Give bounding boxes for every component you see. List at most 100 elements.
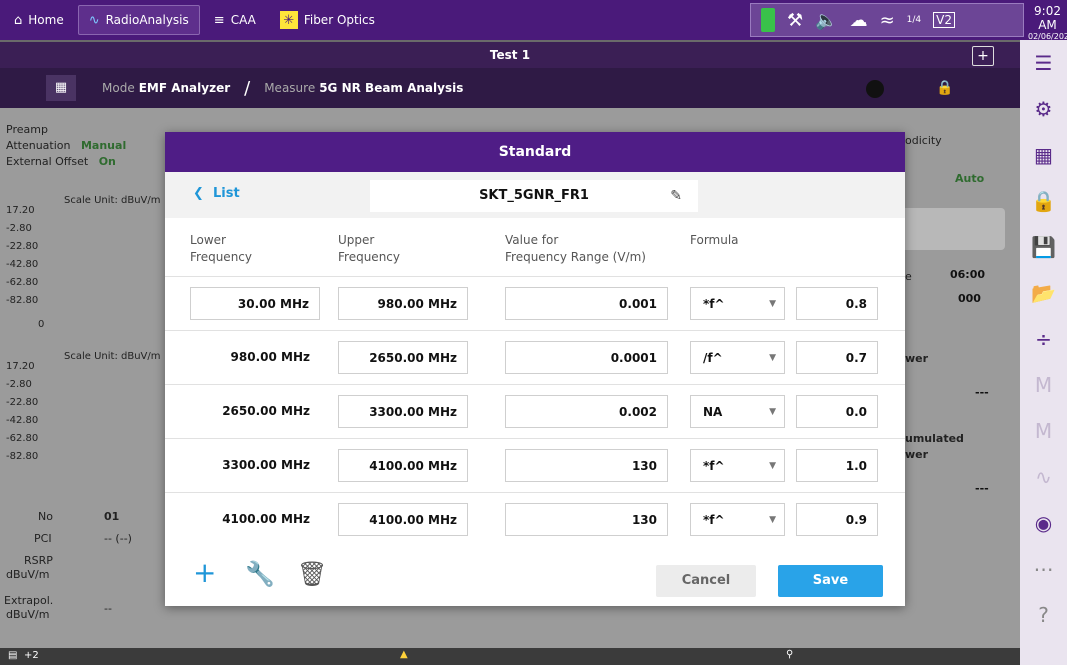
attenuation-label: Attenuation (6, 139, 71, 152)
table-row: 2650.00 MHz 3300.00 MHz 0.002 NA ▼ 0.0 (165, 384, 905, 438)
column-headers: Lower Frequency Upper Frequency Value for F… (165, 218, 905, 276)
marker-down-icon: M (1034, 373, 1053, 397)
split-icon[interactable]: ÷ (1020, 316, 1067, 362)
power-label: wer (905, 352, 929, 365)
fiber-optics-icon: ✳ (279, 11, 298, 29)
upper-frequency-input[interactable]: 2650.00 MHz (338, 341, 468, 374)
separator: / (244, 77, 251, 99)
formula-select[interactable]: *f^ ▼ (690, 503, 785, 536)
apps-grid-icon[interactable]: ▦ (46, 75, 76, 101)
header-lower-frequency: Lower Frequency (190, 233, 252, 264)
camera-icon[interactable]: ◉ (1020, 500, 1067, 546)
upper-frequency-input[interactable]: 3300.00 MHz (338, 395, 468, 428)
tab-caa[interactable]: ≡ CAA (204, 5, 266, 35)
formula-value: *f^ (703, 297, 725, 311)
lock-icon[interactable]: 🔒 (1020, 178, 1067, 224)
auto-value: Auto (955, 172, 985, 185)
cloud-icon: ☁ (849, 9, 868, 31)
accumulated-label: umulated (905, 432, 964, 445)
caa-icon: ≡ (213, 12, 225, 28)
lower-frequency-input[interactable]: 30.00 MHz (190, 287, 320, 320)
settings-summary: Preamp Attenuation Manual External Offse… (6, 122, 171, 170)
scale-ticks-1: 17.20 -2.80 -22.80 -42.80 -62.80 -82.80 (6, 205, 39, 306)
formula-value: /f^ (703, 351, 723, 365)
value-input[interactable]: 130 (505, 449, 668, 482)
settings-icon: ⚒ (787, 9, 804, 31)
upper-frequency-input[interactable]: 4100.00 MHz (338, 503, 468, 536)
pencil-icon[interactable]: ✎ (670, 180, 682, 212)
mode-label: Mode (102, 81, 135, 95)
upper-frequency-input[interactable]: 4100.00 MHz (338, 449, 468, 482)
accumulated-label-2: wer (905, 448, 929, 461)
standard-name-field[interactable]: SKT_5GNR_FR1 ✎ (370, 180, 698, 212)
header-formula: Formula (690, 233, 739, 247)
exponent-input[interactable]: 0.9 (796, 503, 878, 536)
back-link-label: List (212, 186, 240, 201)
layout-icon[interactable]: ▦ (1020, 132, 1067, 178)
measure-value[interactable]: 5G NR Beam Analysis (319, 81, 463, 95)
exponent-input[interactable]: 0.0 (796, 395, 878, 428)
more-icon[interactable]: ⋯ (1020, 546, 1067, 592)
value-input[interactable]: 0.002 (505, 395, 668, 428)
caret-down-icon: ▼ (769, 461, 776, 471)
scale-unit-1: Scale Unit: dBuV/m (64, 195, 161, 206)
wrench-icon[interactable]: 🔧 (245, 560, 275, 588)
formula-value: *f^ (703, 513, 725, 527)
info-panel (900, 208, 1005, 250)
cancel-button[interactable]: Cancel (656, 565, 756, 597)
header-value: Value for Frequency Range (V/m) (505, 233, 646, 264)
formula-select[interactable]: NA ▼ (690, 395, 785, 428)
tab-radio-analysis[interactable]: ∿ RadioAnalysis (77, 5, 200, 35)
mode-value[interactable]: EMF Analyzer (139, 81, 230, 95)
record-indicator (866, 80, 884, 98)
location-icon[interactable]: ⚲ (786, 649, 793, 660)
battery-icon (761, 8, 775, 32)
status-area[interactable]: ⚒ 🔈 ☁ ≈ 1/4 V2 (750, 3, 1024, 37)
bottom-bar: ▤ +2 ▲ ⚲ (0, 648, 1020, 665)
formula-select[interactable]: /f^ ▼ (690, 341, 785, 374)
lower-frequency-value: 4100.00 MHz (222, 512, 310, 526)
menu-icon[interactable]: ☰ (1020, 40, 1067, 86)
formula-value: NA (703, 405, 723, 419)
dialog-title: Standard (165, 132, 905, 172)
notes-count: +2 (24, 650, 39, 661)
formula-select[interactable]: *f^ ▼ (690, 449, 785, 482)
tab-fiber-optics-label: Fiber Optics (303, 13, 375, 27)
lower-frequency-value: 2650.00 MHz (222, 404, 310, 418)
value-input[interactable]: 0.0001 (505, 341, 668, 374)
back-to-list-link[interactable]: ❮ List (193, 186, 240, 201)
add-test-button[interactable]: + (972, 46, 994, 66)
preamp-label: Preamp (6, 123, 48, 136)
ext-offset-value: On (98, 155, 116, 168)
clock-time: 9:02 AM (1034, 4, 1061, 32)
tab-home[interactable]: ⌂ Home (4, 5, 74, 35)
exponent-input[interactable]: 1.0 (796, 449, 878, 482)
save-button[interactable]: Save (778, 565, 883, 597)
signal-icon: ∿ (1035, 465, 1052, 489)
header-upper-frequency: Upper Frequency (338, 233, 400, 264)
tab-fiber-optics[interactable]: ✳ Fiber Optics (270, 5, 385, 35)
warning-icon[interactable]: ▲ (400, 649, 408, 660)
caret-down-icon: ▼ (769, 515, 776, 525)
table-row: 980.00 MHz 2650.00 MHz 0.0001/f^ ▼ 0.7 (165, 330, 905, 384)
notes-icon[interactable]: ▤ (8, 650, 17, 661)
exponent-input[interactable]: 0.8 (796, 287, 878, 320)
waveform-icon: ∿ (88, 12, 100, 28)
settings-sliders-icon[interactable]: ⚙ (1020, 86, 1067, 132)
tab-home-label: Home (28, 13, 64, 27)
dialog-subheader: ❮ List SKT_5GNR_FR1 ✎ (165, 172, 905, 218)
folder-icon[interactable]: 📂 (1020, 270, 1067, 316)
formula-select[interactable]: *f^ ▼ (690, 287, 785, 320)
value-input[interactable]: 130 (505, 503, 668, 536)
save-file-icon[interactable]: 💾 (1020, 224, 1067, 270)
add-row-icon[interactable]: + (193, 556, 216, 589)
axis-zero: 0 (38, 319, 45, 330)
help-icon[interactable]: ? (1020, 592, 1067, 638)
exponent-input[interactable]: 0.7 (796, 341, 878, 374)
trash-icon[interactable]: 🗑 (297, 560, 327, 588)
test-title: Test 1 (489, 48, 531, 62)
value-input[interactable]: 0.001 (505, 287, 668, 320)
upper-frequency-input[interactable]: 980.00 MHz (338, 287, 468, 320)
formula-value: *f^ (703, 459, 725, 473)
table-row: 4100.00 MHz 4100.00 MHz 130 *f^ ▼ 0.9 (165, 492, 905, 546)
